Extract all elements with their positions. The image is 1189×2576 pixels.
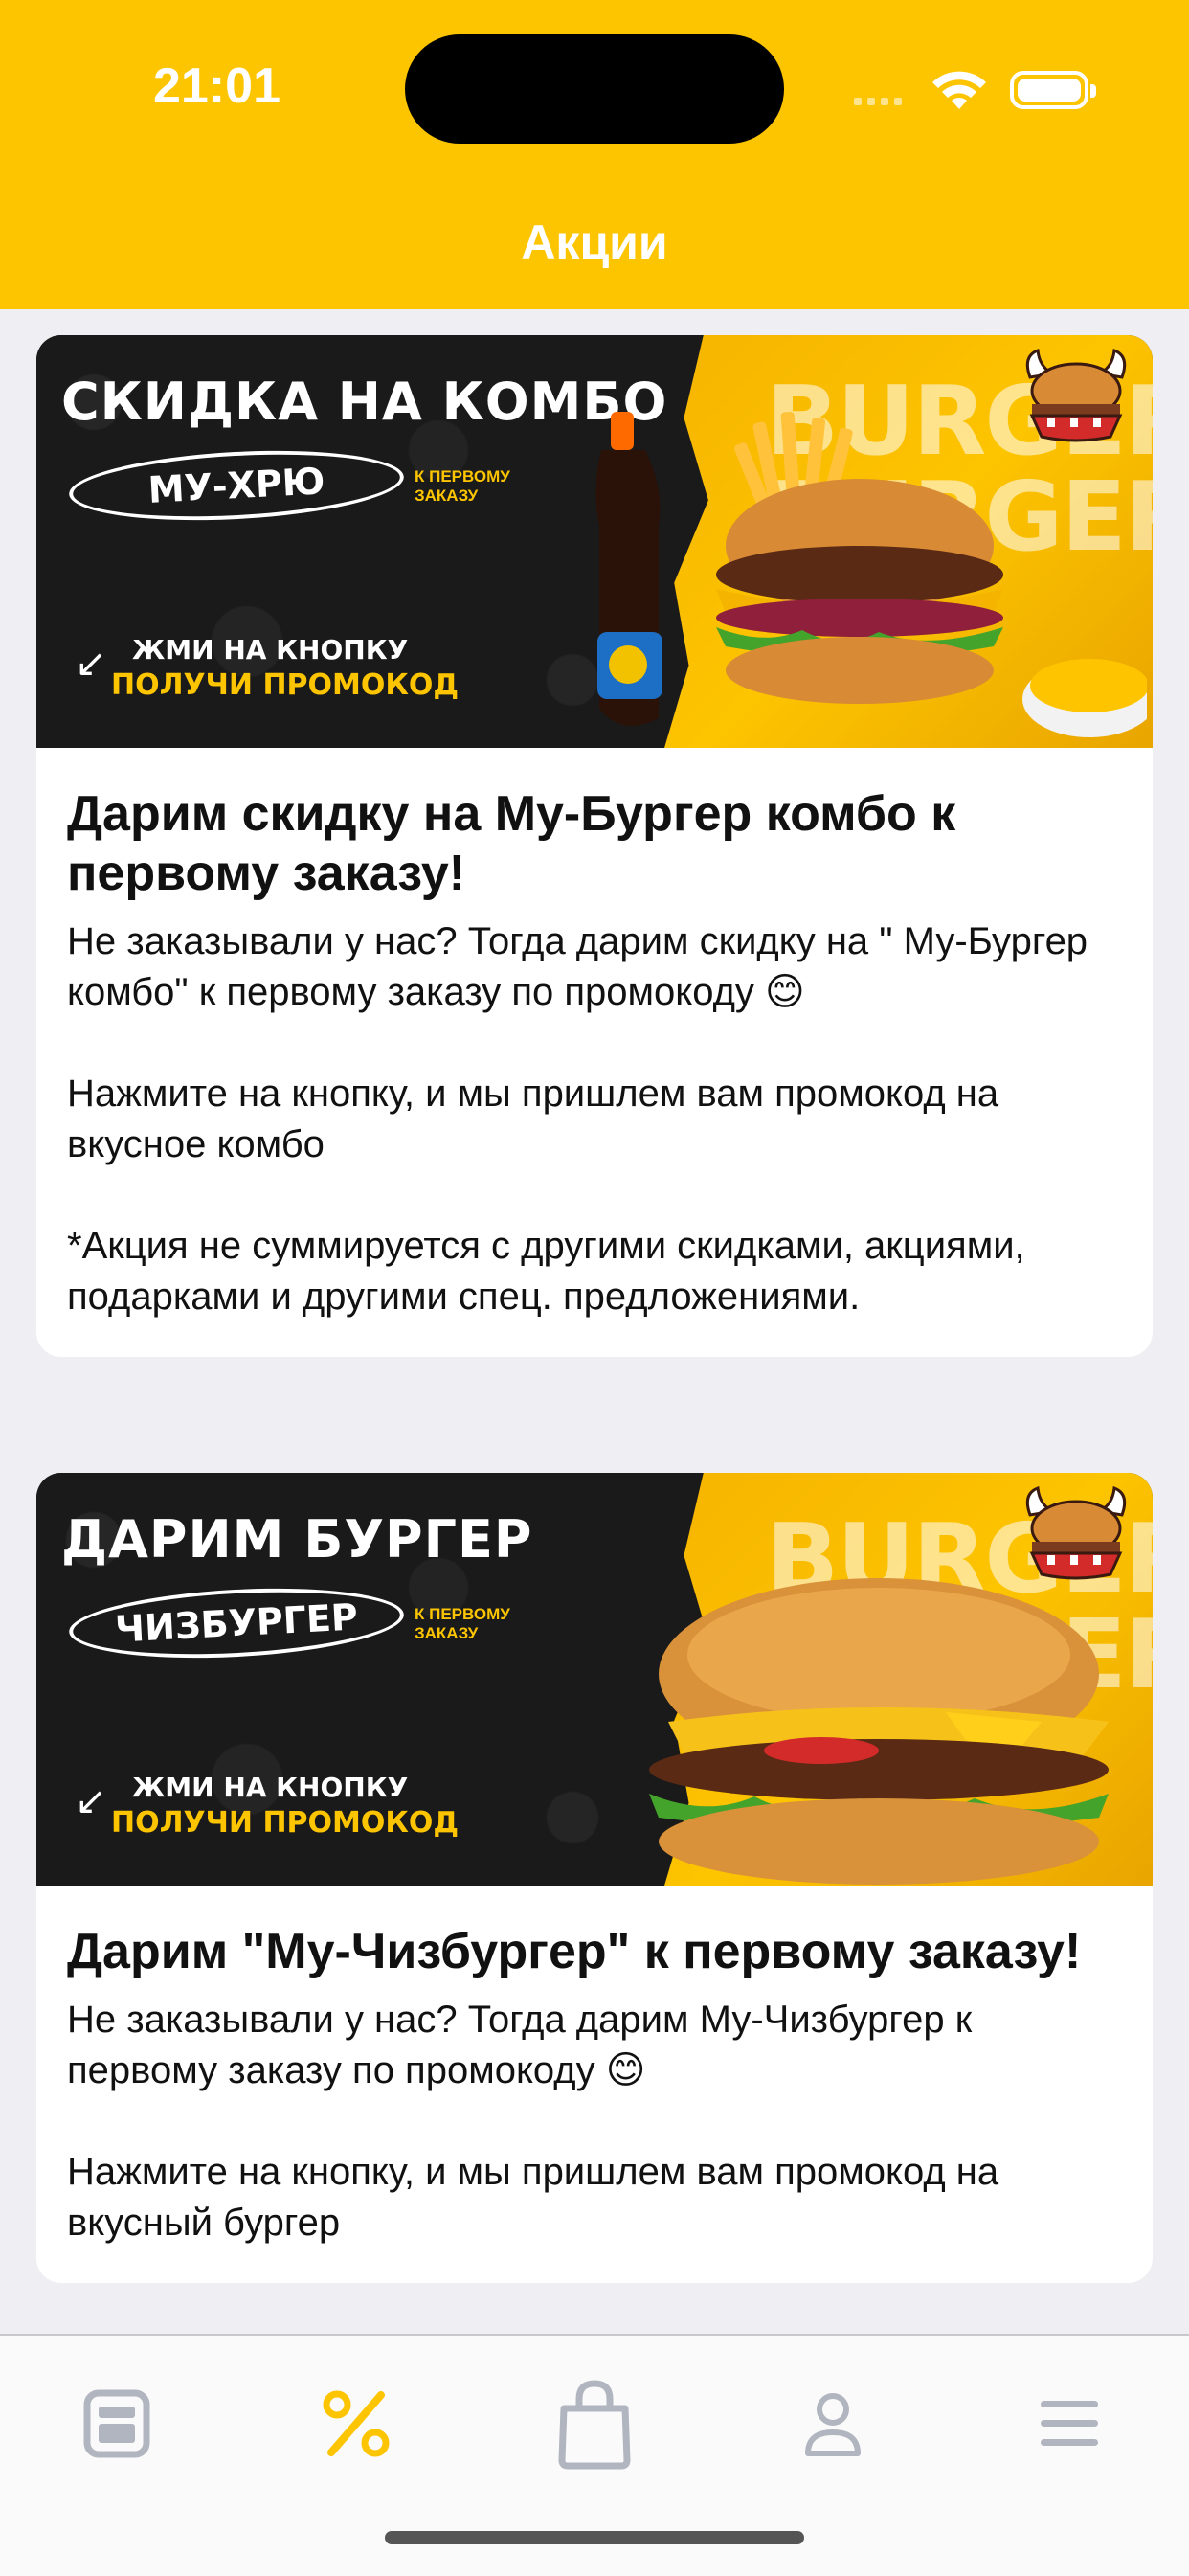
menu-card-icon xyxy=(83,2389,150,2458)
hamburger-menu-icon xyxy=(1041,2401,1098,2446)
battery-icon xyxy=(1010,71,1096,109)
status-time: 21:01 xyxy=(153,58,280,114)
mascot-logo-icon xyxy=(1025,1486,1127,1580)
percent-icon xyxy=(323,2390,390,2457)
banner-get-code: ПОЛУЧИ ПРОМОКОД xyxy=(111,1806,460,1840)
banner-get-code: ПОЛУЧИ ПРОМОКОД xyxy=(111,668,460,702)
banner-title: ДАРИМ БУРГЕР xyxy=(61,1509,533,1570)
tab-promotions[interactable] xyxy=(308,2376,404,2472)
tab-menu[interactable] xyxy=(69,2376,165,2472)
banner-first-order: К ПЕРВОМУ ЗАКАЗУ xyxy=(415,1605,510,1642)
tab-profile[interactable] xyxy=(785,2376,881,2472)
banner-press-text: ЖМИ НА КНОПКУ xyxy=(132,634,409,666)
mascot-logo-icon xyxy=(1025,349,1127,442)
promo-banner-image: BURGER BURGER ДАРИМ БУРГЕР ЧИЗБУРГЕР К П… xyxy=(36,1473,1153,1886)
promo-card[interactable]: BURGER BURGER СКИДКА НА КОМБО МУ-ХРЮ К П… xyxy=(36,335,1153,1357)
promo-banner-image: BURGER BURGER СКИДКА НА КОМБО МУ-ХРЮ К П… xyxy=(36,335,1153,748)
promo-card[interactable]: BURGER BURGER ДАРИМ БУРГЕР ЧИЗБУРГЕР К П… xyxy=(36,1473,1153,2283)
home-indicator xyxy=(385,2531,804,2544)
profile-icon xyxy=(805,2393,861,2456)
tab-cart[interactable] xyxy=(547,2376,642,2472)
promo-title: Дарим "Му-Чизбургер" к первому заказу! xyxy=(67,1924,1082,1979)
header-bar: 21:01 Акции xyxy=(0,0,1189,309)
promotions-list[interactable]: BURGER BURGER СКИДКА НА КОМБО МУ-ХРЮ К П… xyxy=(0,309,1189,2334)
cellular-signal-icon xyxy=(854,94,911,105)
promo-title: Дарим скидку на Му-Бургер комбо к первом… xyxy=(67,786,956,901)
promo-description: Не заказывали у нас? Тогда дарим скидку … xyxy=(67,920,1088,1318)
cheeseburger-illustration xyxy=(649,1578,1109,1885)
dynamic-island xyxy=(405,34,784,144)
wifi-icon xyxy=(932,71,986,109)
banner-first-order: К ПЕРВОМУ ЗАКАЗУ xyxy=(415,467,510,505)
tab-more[interactable] xyxy=(1021,2376,1117,2472)
shopping-bag-icon xyxy=(558,2380,631,2470)
promo-description: Не заказывали у нас? Тогда дарим Му-Чизб… xyxy=(67,1999,999,2244)
page-title: Акции xyxy=(521,215,668,269)
banner-press-text: ЖМИ НА КНОПКУ xyxy=(132,1772,409,1803)
